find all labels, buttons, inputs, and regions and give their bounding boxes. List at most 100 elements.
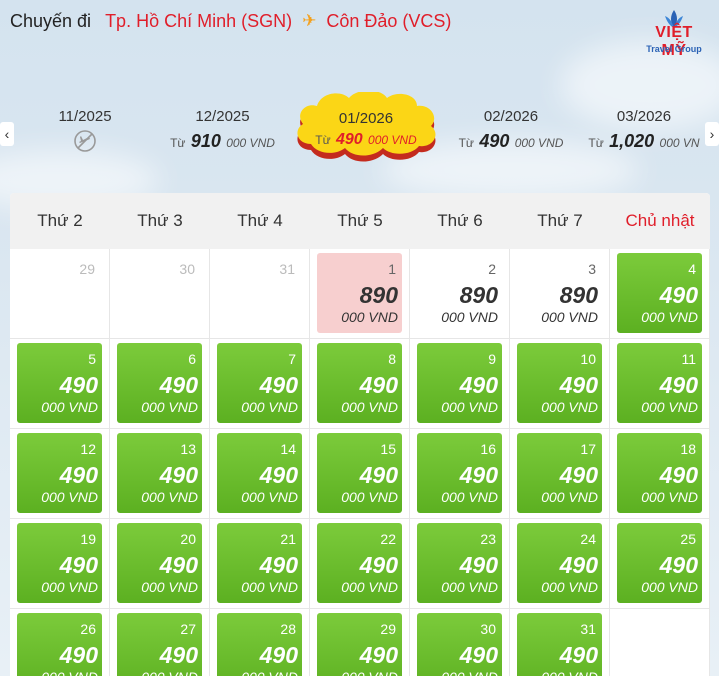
brand-logo: VIỆT MỸ Travel Group bbox=[643, 8, 705, 59]
month-label: 02/2026 bbox=[483, 108, 539, 125]
fare-day-18[interactable]: 18 490 000 VND bbox=[617, 433, 702, 513]
day-number: 22 bbox=[380, 531, 396, 547]
fare-day-14[interactable]: 14 490 000 VND bbox=[217, 433, 302, 513]
day-number: 28 bbox=[280, 621, 296, 637]
day-price: 490 bbox=[359, 372, 398, 398]
fare-day-10[interactable]: 10 490 000 VND bbox=[517, 343, 602, 423]
day-price: 490 bbox=[259, 372, 298, 398]
day-price: 890 bbox=[559, 282, 598, 308]
day-currency: 000 VND bbox=[141, 669, 198, 676]
day-cell: 3 890 000 VND bbox=[510, 249, 610, 339]
day-cell: 29 bbox=[10, 249, 110, 339]
chevron-left-icon[interactable]: ‹ bbox=[0, 122, 14, 146]
fare-day-26[interactable]: 26 490000 VND bbox=[17, 613, 102, 676]
day-cell: 18 490 000 VND bbox=[610, 429, 710, 519]
fare-day-13[interactable]: 13 490 000 VND bbox=[117, 433, 202, 513]
day-number: 30 bbox=[480, 621, 496, 637]
fare-day-2[interactable]: 2 890 000 VND bbox=[417, 253, 502, 333]
fare-day-31[interactable]: 31 490000 VND bbox=[517, 613, 602, 676]
fare-day-29[interactable]: 29 490000 VND bbox=[317, 613, 402, 676]
weekday-tue: Thứ 3 bbox=[137, 211, 183, 230]
day-cell: 16 490 000 VND bbox=[410, 429, 510, 519]
fare-day-22[interactable]: 22 490 000 VND bbox=[317, 523, 402, 603]
day-price: 490 bbox=[159, 642, 198, 668]
month-label: 01/2026 bbox=[338, 110, 394, 127]
day-cell: 15 490 000 VND bbox=[310, 429, 410, 519]
chevron-right-icon[interactable]: › bbox=[705, 122, 719, 146]
day-currency: 000 VND bbox=[641, 489, 698, 505]
day-cell: 2 890 000 VND bbox=[410, 249, 510, 339]
fare-day-21[interactable]: 21 490 000 VND bbox=[217, 523, 302, 603]
month-label: 03/2026 bbox=[616, 108, 672, 125]
day-currency: 000 VND bbox=[541, 309, 598, 325]
day-currency: 000 VND bbox=[541, 489, 598, 505]
weekday-sat: Thứ 7 bbox=[537, 211, 583, 230]
fare-day-17[interactable]: 17 490 000 VND bbox=[517, 433, 602, 513]
month-11-2025: 11/2025 bbox=[50, 108, 120, 159]
fare-day-25[interactable]: 25 490 000 VND bbox=[617, 523, 702, 603]
fare-day-6[interactable]: 6 490 000 VND bbox=[117, 343, 202, 423]
day-number: 2 bbox=[488, 261, 496, 277]
day-number: 1 bbox=[388, 261, 396, 277]
day-cell: 21 490 000 VND bbox=[210, 519, 310, 609]
month-03-2026[interactable]: 03/2026 Từ 1,020 000 VN bbox=[585, 108, 703, 152]
day-cell: 12 490 000 VND bbox=[10, 429, 110, 519]
day-currency: 000 VND bbox=[341, 399, 398, 415]
day-currency: 000 VND bbox=[641, 579, 698, 595]
day-price: 490 bbox=[559, 462, 598, 488]
day-currency: 000 VND bbox=[241, 579, 298, 595]
fare-day-4[interactable]: 4 490 000 VND bbox=[617, 253, 702, 333]
month-price: 910 bbox=[190, 131, 221, 151]
month-02-2026[interactable]: 02/2026 Từ 490 000 VND bbox=[450, 108, 572, 152]
fare-day-11[interactable]: 11 490 000 VND bbox=[617, 343, 702, 423]
day-cell: 31 490000 VND bbox=[510, 609, 610, 676]
fare-day-3[interactable]: 3 890 000 VND bbox=[517, 253, 602, 333]
day-number: 25 bbox=[680, 531, 696, 547]
fare-day-8[interactable]: 8 490 000 VND bbox=[317, 343, 402, 423]
month-12-2025[interactable]: 12/2025 Từ 910 000 VND bbox=[160, 108, 285, 152]
no-flight-icon bbox=[50, 129, 120, 159]
logo-brand: VIỆT MỸ bbox=[655, 24, 693, 59]
day-currency: 000 VND bbox=[41, 399, 98, 415]
day-number: 30 bbox=[179, 261, 195, 277]
day-number: 31 bbox=[279, 261, 295, 277]
day-price: 490 bbox=[559, 372, 598, 398]
day-price: 490 bbox=[459, 372, 498, 398]
fare-day-24[interactable]: 24 490 000 VND bbox=[517, 523, 602, 603]
day-currency: 000 VND bbox=[541, 669, 598, 676]
plane-icon: ✈ bbox=[302, 11, 317, 30]
day-number: 13 bbox=[180, 441, 196, 457]
fare-day-5[interactable]: 5 490 000 VND bbox=[17, 343, 102, 423]
fare-day-15[interactable]: 15 490 000 VND bbox=[317, 433, 402, 513]
day-price: 490 bbox=[359, 462, 398, 488]
day-currency: 000 VND bbox=[541, 399, 598, 415]
month-01-2026[interactable]: 01/2026 Từ 490 000 VND bbox=[291, 92, 441, 166]
day-currency: 000 VND bbox=[241, 669, 298, 676]
day-cell: 25 490 000 VND bbox=[610, 519, 710, 609]
fare-day-20[interactable]: 20 490 000 VND bbox=[117, 523, 202, 603]
day-number: 4 bbox=[688, 261, 696, 277]
fare-day-9[interactable]: 9 490 000 VND bbox=[417, 343, 502, 423]
fare-day-27[interactable]: 27 490000 VND bbox=[117, 613, 202, 676]
fare-calendar: Thứ 2 Thứ 3 Thứ 4 Thứ 5 Thứ 6 Thứ 7 Chủ … bbox=[10, 193, 710, 676]
day-price: 490 bbox=[459, 462, 498, 488]
month-price: 490 bbox=[479, 131, 510, 151]
day-cell: 19 490 000 VND bbox=[10, 519, 110, 609]
fare-day-28[interactable]: 28 490000 VND bbox=[217, 613, 302, 676]
fare-day-7[interactable]: 7 490 000 VND bbox=[217, 343, 302, 423]
day-cell: 17 490 000 VND bbox=[510, 429, 610, 519]
fare-day-30[interactable]: 30 490000 VND bbox=[417, 613, 502, 676]
fare-day-19[interactable]: 19 490 000 VND bbox=[17, 523, 102, 603]
month-label: 12/2025 bbox=[195, 108, 250, 125]
fare-day-16[interactable]: 16 490 000 VND bbox=[417, 433, 502, 513]
day-cell: 9 490 000 VND bbox=[410, 339, 510, 429]
fare-day-12[interactable]: 12 490 000 VND bbox=[17, 433, 102, 513]
day-currency: 000 VND bbox=[441, 669, 498, 676]
day-price: 490 bbox=[659, 282, 698, 308]
day-cell: 23 490 000 VND bbox=[410, 519, 510, 609]
month-price: 490 bbox=[335, 131, 363, 148]
day-cell: 14 490 000 VND bbox=[210, 429, 310, 519]
fare-day-23[interactable]: 23 490 000 VND bbox=[417, 523, 502, 603]
day-price: 890 bbox=[359, 282, 398, 308]
fare-day-1[interactable]: 1 890 000 VND bbox=[317, 253, 402, 333]
